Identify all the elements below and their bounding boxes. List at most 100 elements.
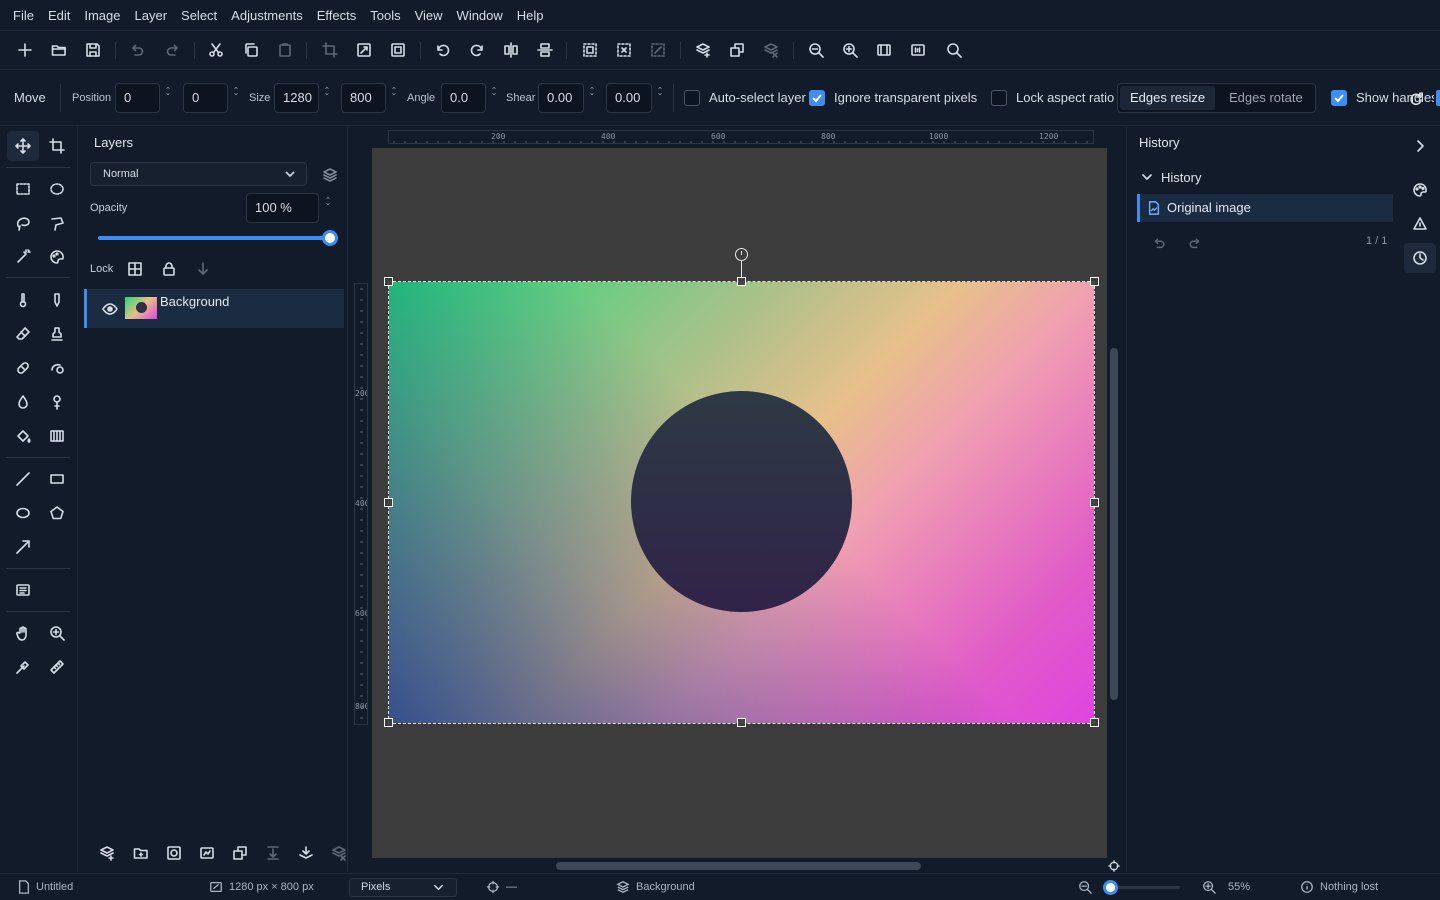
polygon-lasso-icon[interactable]: [41, 208, 73, 238]
collapse-chevron-icon[interactable]: [1141, 171, 1153, 183]
edges-rotate-button[interactable]: Edges rotate: [1219, 86, 1313, 110]
invert-selection-icon[interactable]: [649, 41, 667, 59]
add-layer-icon[interactable]: [694, 41, 712, 59]
cut-icon[interactable]: [207, 41, 225, 59]
undo-icon[interactable]: [128, 41, 146, 59]
angle-stepper[interactable]: [488, 85, 500, 111]
menu-file[interactable]: File: [6, 0, 41, 31]
resize-handle-top-right[interactable]: [1090, 277, 1099, 286]
menu-edit[interactable]: Edit: [41, 0, 77, 31]
search-icon[interactable]: [945, 41, 963, 59]
ruler-icon[interactable]: [41, 652, 73, 682]
dodge-icon[interactable]: [41, 387, 73, 417]
hand-icon[interactable]: [7, 618, 39, 648]
polygon-icon[interactable]: [41, 498, 73, 528]
adjustment-layer-icon[interactable]: [199, 845, 215, 861]
magic-wand-icon[interactable]: [7, 242, 39, 272]
width-stepper[interactable]: [321, 85, 333, 111]
zoom-slider-handle[interactable]: [1103, 880, 1118, 895]
menu-window[interactable]: Window: [450, 0, 510, 31]
zoom-slider-track[interactable]: [1103, 880, 1180, 895]
height-stepper[interactable]: [388, 85, 400, 111]
resize-handle-bottom-right[interactable]: [1090, 718, 1099, 727]
resize-handle-bottom[interactable]: [737, 718, 746, 727]
zoom-tool-icon[interactable]: [41, 618, 73, 648]
open-folder-icon[interactable]: [50, 41, 68, 59]
horizontal-scroll-thumb[interactable]: [556, 862, 921, 870]
eraser-icon[interactable]: [7, 319, 39, 349]
paint-bucket-icon[interactable]: [7, 421, 39, 451]
brush-icon[interactable]: [7, 285, 39, 315]
menu-adjustments[interactable]: Adjustments: [224, 0, 310, 31]
layer-styles-icon[interactable]: [322, 167, 338, 183]
clone-stamp-icon[interactable]: [41, 319, 73, 349]
opacity-stepper[interactable]: [322, 195, 334, 221]
units-select[interactable]: Pixels: [349, 878, 457, 897]
duplicate-layer-icon[interactable]: [232, 845, 248, 861]
lock-position-icon[interactable]: [195, 261, 211, 277]
blur-drop-icon[interactable]: [7, 387, 39, 417]
resize-handle-top[interactable]: [737, 277, 746, 286]
gradient-icon[interactable]: [41, 421, 73, 451]
new-group-icon[interactable]: [133, 845, 149, 861]
menu-view[interactable]: View: [408, 0, 450, 31]
history-section-header[interactable]: History: [1161, 170, 1201, 185]
rotate-left-icon[interactable]: [434, 41, 452, 59]
canvas-viewport[interactable]: [372, 148, 1107, 858]
fit-window-icon[interactable]: [875, 41, 893, 59]
shear-x-stepper[interactable]: [586, 85, 598, 111]
position-x-stepper[interactable]: [162, 85, 174, 111]
ellipse-select-icon[interactable]: [41, 174, 73, 204]
menu-layer[interactable]: Layer: [128, 0, 175, 31]
shear-y-input[interactable]: 0.00: [606, 83, 652, 113]
eye-icon[interactable]: [102, 301, 118, 317]
crop-icon[interactable]: [321, 41, 339, 59]
resize-handle-bottom-left[interactable]: [384, 718, 393, 727]
smudge-icon[interactable]: [41, 353, 73, 383]
shear-x-input[interactable]: 0.00: [538, 83, 584, 113]
menu-help[interactable]: Help: [510, 0, 551, 31]
arrow-icon[interactable]: [7, 532, 39, 562]
zoom-in-icon[interactable]: [841, 41, 859, 59]
line-icon[interactable]: [7, 464, 39, 494]
horizontal-scrollbar[interactable]: [372, 858, 1107, 872]
new-file-icon[interactable]: [16, 41, 34, 59]
crop-tool-icon[interactable]: [41, 131, 73, 161]
flip-vertical-icon[interactable]: [536, 41, 554, 59]
eyedropper-icon[interactable]: [7, 652, 39, 682]
channels-icon[interactable]: [1404, 209, 1436, 239]
color-select-icon[interactable]: [41, 242, 73, 272]
merge-down-icon[interactable]: [265, 845, 281, 861]
text-tool-icon[interactable]: [7, 575, 39, 605]
auto-select-layer-checkbox[interactable]: [684, 90, 700, 106]
lock-pixels-icon[interactable]: [127, 261, 143, 277]
menu-effects[interactable]: Effects: [310, 0, 364, 31]
layer-row[interactable]: Background: [84, 289, 344, 328]
redo-icon[interactable]: [164, 41, 182, 59]
menu-select[interactable]: Select: [174, 0, 224, 31]
menu-tools[interactable]: Tools: [363, 0, 407, 31]
navigator-corner-icon[interactable]: [1108, 860, 1120, 872]
history-item[interactable]: Original image: [1137, 194, 1393, 222]
move-tool-icon[interactable]: [7, 131, 39, 161]
lock-all-icon[interactable]: [161, 261, 177, 277]
flip-horizontal-icon[interactable]: [502, 41, 520, 59]
pencil-icon[interactable]: [41, 285, 73, 315]
menu-image[interactable]: Image: [77, 0, 127, 31]
position-y-stepper[interactable]: [230, 85, 242, 111]
zoom-out-icon[interactable]: [807, 41, 825, 59]
history-redo-icon[interactable]: [1188, 236, 1202, 250]
blend-mode-select[interactable]: Normal: [90, 162, 307, 186]
history-undo-icon[interactable]: [1152, 236, 1166, 250]
zoom-in-icon[interactable]: [1202, 880, 1216, 894]
ignore-transparent-checkbox[interactable]: [809, 90, 825, 106]
select-all-icon[interactable]: [581, 41, 599, 59]
vertical-scroll-thumb[interactable]: [1110, 348, 1118, 700]
layer-mask-icon[interactable]: [166, 845, 182, 861]
rect-select-icon[interactable]: [7, 174, 39, 204]
position-y-input[interactable]: 0: [183, 83, 228, 113]
height-input[interactable]: 800: [341, 83, 386, 113]
lock-aspect-checkbox[interactable]: [991, 90, 1007, 106]
copy-icon[interactable]: [242, 41, 260, 59]
show-handles-checkbox[interactable]: [1331, 90, 1347, 106]
